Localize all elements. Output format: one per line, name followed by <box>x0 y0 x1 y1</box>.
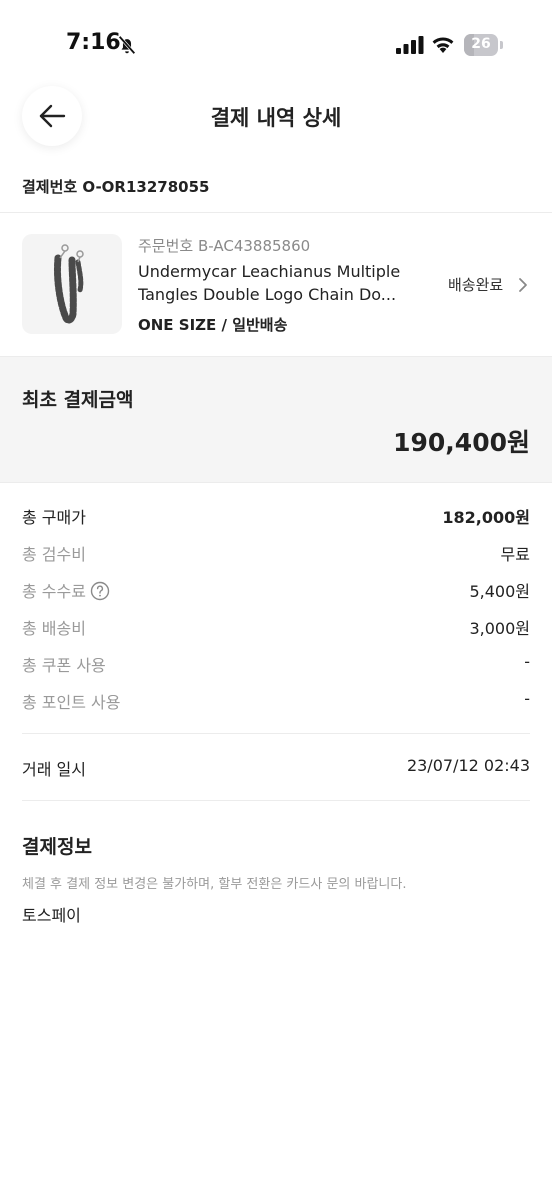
breakdown-label: 총 배송비 <box>22 619 86 638</box>
breakdown-value: - <box>524 689 530 708</box>
chevron-right-icon <box>519 278 527 292</box>
breakdown-row-points: 총 포인트 사용 - <box>22 689 530 715</box>
order-number: 주문번호 B-AC43885860 <box>138 237 311 255</box>
question-circle-icon[interactable] <box>90 581 110 601</box>
breakdown-value: 무료 <box>500 545 530 564</box>
breakdown-label: 총 구매가 <box>22 508 86 527</box>
breakdown-label-wrap: 총 수수료 <box>22 578 110 602</box>
payment-info-title: 결제정보 <box>22 836 92 858</box>
breakdown-label: 총 수수료 <box>22 582 86 601</box>
breakdown-value: - <box>524 652 530 671</box>
total-payment-amount: 190,400원 <box>393 428 530 457</box>
breakdown-value: 3,000원 <box>469 619 530 638</box>
battery-level: 26 <box>471 36 491 52</box>
breakdown-value: 5,400원 <box>469 582 530 601</box>
divider <box>22 800 530 801</box>
wifi-icon <box>432 37 454 53</box>
product-item[interactable]: 주문번호 B-AC43885860 Undermycar Leachianus … <box>0 213 552 356</box>
battery-indicator: 26 <box>464 34 504 56</box>
breakdown-label: 총 포인트 사용 <box>22 693 121 712</box>
transaction-date-value: 23/07/12 02:43 <box>406 756 530 775</box>
product-name: Undermycar Leachianus Multiple Tangles D… <box>138 260 428 306</box>
chain-product-image <box>54 244 84 324</box>
breakdown-row-purchase: 총 구매가 182,000원 <box>22 504 530 530</box>
bell-off-icon <box>118 35 136 55</box>
breakdown-label: 총 쿠폰 사용 <box>22 656 106 675</box>
divider <box>22 733 530 734</box>
status-time: 7:16 <box>66 30 121 55</box>
total-payment-section: 최초 결제금액 190,400원 <box>0 356 552 483</box>
product-name-line1: Undermycar Leachianus Multiple <box>138 262 401 281</box>
breakdown-row-inspection: 총 검수비 무료 <box>22 541 530 567</box>
product-option: ONE SIZE / 일반배송 <box>138 316 288 334</box>
payment-info-notice: 체결 후 결제 정보 변경은 불가하며, 할부 전환은 카드사 문의 바랍니다. <box>22 877 407 892</box>
transaction-date-row: 거래 일시 23/07/12 02:43 <box>22 756 530 782</box>
breakdown-row-fee: 총 수수료 5,400원 <box>22 578 530 604</box>
breakdown-row-coupon: 총 쿠폰 사용 - <box>22 652 530 678</box>
payment-number: 결제번호 O-OR13278055 <box>22 178 210 196</box>
breakdown-label: 총 검수비 <box>22 545 86 564</box>
payment-method: 토스페이 <box>22 906 81 925</box>
product-name-line2: Tangles Double Logo Chain Do... <box>138 285 397 304</box>
cellular-signal-icon <box>396 36 424 54</box>
breakdown-row-shipping: 총 배송비 3,000원 <box>22 615 530 641</box>
total-payment-label: 최초 결제금액 <box>22 389 134 411</box>
delivery-status: 배송완료 <box>448 276 504 294</box>
header: 결제 내역 상세 <box>0 76 552 156</box>
transaction-date-label: 거래 일시 <box>22 760 86 779</box>
product-thumbnail <box>22 234 122 334</box>
breakdown-value: 182,000원 <box>442 508 530 527</box>
page-title: 결제 내역 상세 <box>210 106 342 130</box>
